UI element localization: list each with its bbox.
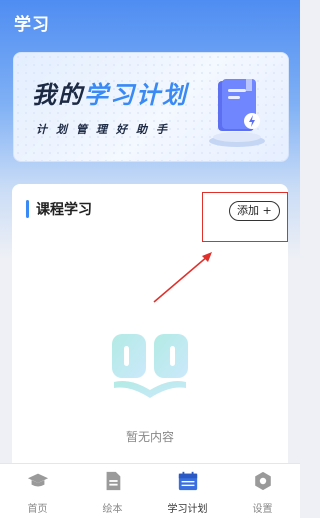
- tab-home[interactable]: 首页: [0, 464, 75, 518]
- page-title: 学习: [14, 15, 50, 35]
- graduation-cap-icon: [27, 473, 48, 487]
- annotation-arrow-icon: [153, 252, 212, 303]
- tab-label: 设置: [252, 504, 273, 515]
- banner-subtitle: 计划管理好助手: [36, 123, 176, 136]
- section-accent-bar: [26, 200, 29, 218]
- study-plan-banner[interactable]: 我的学习计划 计划管理好助手: [13, 52, 289, 162]
- gear-icon: [254, 471, 271, 491]
- banner-title-part1: 我的: [32, 81, 84, 109]
- empty-book-icon: [112, 334, 188, 398]
- add-course-button[interactable]: 添加 +: [229, 201, 280, 221]
- section-title: 课程学习: [36, 202, 92, 218]
- bottom-tab-bar: 首页 绘本 学习计划 设置: [0, 463, 300, 518]
- calendar-icon: [178, 471, 197, 491]
- tab-picture-books[interactable]: 绘本: [75, 464, 150, 518]
- tab-study-plan[interactable]: 学习计划: [150, 464, 225, 518]
- tab-label: 首页: [27, 504, 48, 515]
- tab-label: 学习计划: [167, 504, 208, 515]
- tab-label: 绘本: [102, 504, 123, 515]
- banner-title-part2: 学习计划: [84, 81, 188, 109]
- tab-settings[interactable]: 设置: [225, 464, 300, 518]
- course-card: 课程学习 添加 + 暂无内容: [12, 184, 288, 484]
- empty-state-text: 暂无内容: [125, 430, 174, 444]
- banner-title: 我的学习计划: [32, 75, 188, 110]
- document-icon: [106, 471, 120, 491]
- book-illustration-icon: [209, 79, 265, 147]
